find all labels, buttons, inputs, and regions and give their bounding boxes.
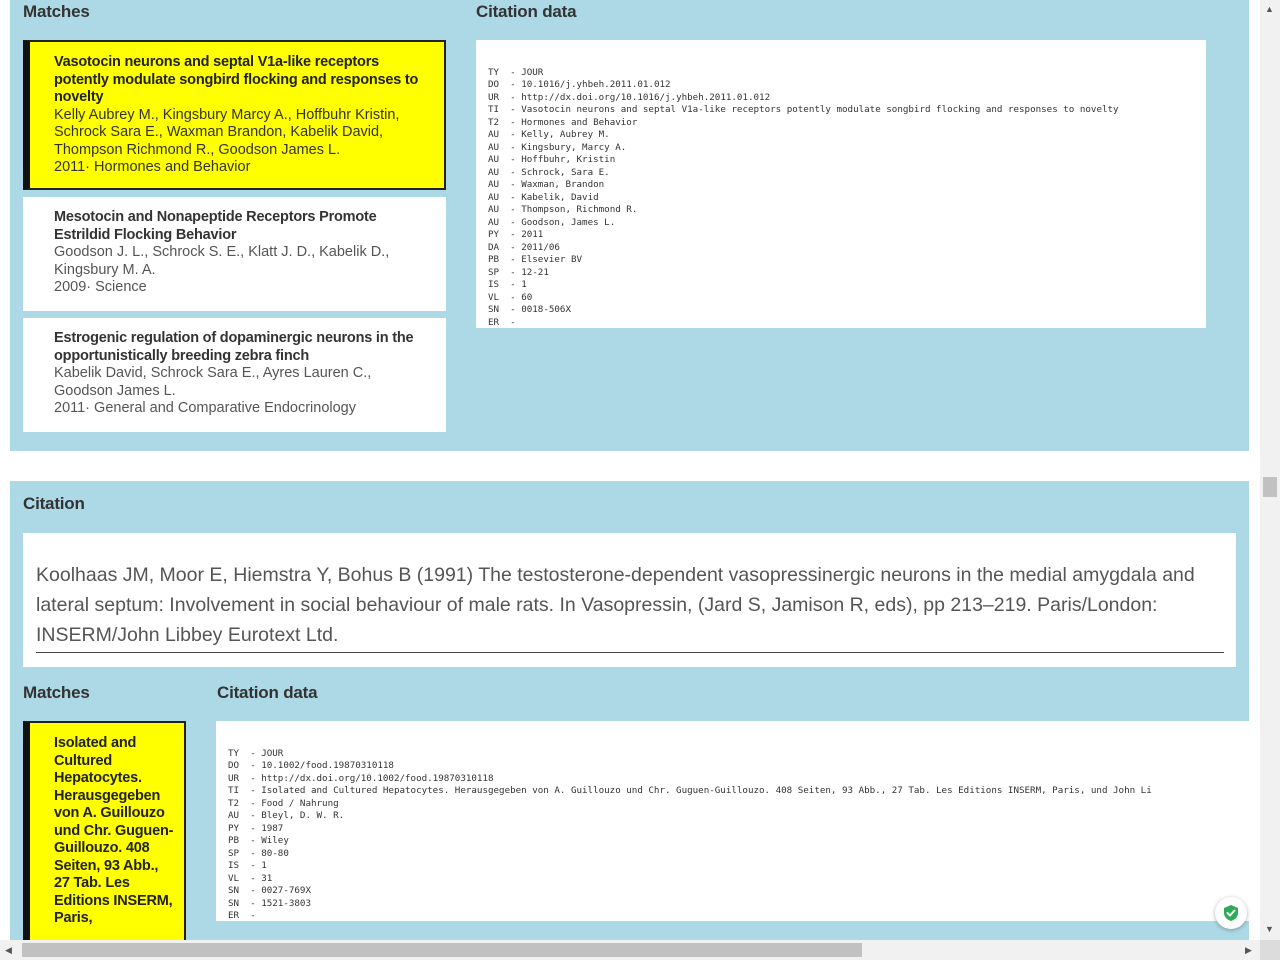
ris-line: AU - Kabelik, David <box>488 191 599 203</box>
scroll-down-arrow-icon[interactable]: ▼ <box>1265 924 1274 934</box>
ris-line: DO - 10.1002/food.19870310118 <box>228 760 394 771</box>
vertical-scroll-thumb[interactable] <box>1263 477 1277 497</box>
horizontal-scrollbar[interactable]: ◀ ▶ <box>0 940 1260 960</box>
match-title: Estrogenic regulation of dopaminergic ne… <box>54 330 414 364</box>
match-meta: 2011· General and Comparative Endocrinol… <box>54 400 356 416</box>
ris-line: UR - http://dx.doi.org/10.1016/j.yhbeh.2… <box>488 91 771 103</box>
ris-line: ER - <box>488 316 522 328</box>
citation-text-box: Koolhaas JM, Moor E, Hiemstra Y, Bohus B… <box>23 533 1236 667</box>
ris-line: TY - JOUR <box>488 66 544 78</box>
ris-line: IS - 1 <box>228 860 267 871</box>
match-authors: Kelly Aubrey M., Kingsbury Marcy A., Hof… <box>54 106 400 158</box>
ris-line: PB - Elsevier BV <box>488 254 583 265</box>
match-title: Isolated and Cultured Hepatocytes. Herau… <box>54 735 174 926</box>
match-card-bottom-1[interactable]: Isolated and Cultured Hepatocytes. Herau… <box>23 721 186 960</box>
ris-line: AU - Schrock, Sara E. <box>488 166 610 178</box>
ris-line: PY - 1987 <box>228 822 284 834</box>
ris-line: DA - 2011/06 <box>488 241 560 253</box>
ris-line: TI - Isolated and Cultured Hepatocytes. … <box>228 785 1152 796</box>
ris-line: DO - 10.1016/j.yhbeh.2011.01.012 <box>488 79 671 90</box>
ris-line: AU - Kingsbury, Marcy A. <box>488 141 627 153</box>
matches-heading: Matches <box>23 683 90 702</box>
ris-line: AU - Hoffbuhr, Kristin <box>488 154 616 165</box>
ris-line: UR - http://dx.doi.org/10.1002/food.1987… <box>228 772 494 784</box>
citation-data-heading: Citation data <box>476 2 577 21</box>
ris-line: AU - Bleyl, D. W. R. <box>228 810 345 821</box>
citation-data-ris[interactable]: TY - JOUR DO - 10.1002/food.19870310118 UR… <box>216 721 1260 921</box>
ris-line: T2 - Hormones and Behavior <box>488 116 638 128</box>
match-authors: Goodson J. L., Schrock S. E., Klatt J. D… <box>54 244 390 278</box>
matches-heading: Matches <box>23 2 90 21</box>
ris-line: ER - <box>228 910 262 921</box>
citation-data-ris[interactable]: TY - JOUR DO - 10.1016/j.yhbeh.2011.01.01… <box>476 40 1206 328</box>
ris-line: AU - Thompson, Richmond R. <box>488 204 638 215</box>
citation-heading: Citation <box>23 494 85 513</box>
ris-line: SP - 12-21 <box>488 266 549 278</box>
horizontal-scroll-thumb[interactable] <box>22 943 862 957</box>
vertical-scrollbar[interactable]: ▲ ▼ <box>1260 0 1280 940</box>
citation-text: Koolhaas JM, Moor E, Hiemstra Y, Bohus B… <box>36 560 1224 653</box>
ris-line: SN - 1521-3803 <box>228 897 311 909</box>
ris-line: PY - 2011 <box>488 229 544 240</box>
ris-line: AU - Kelly, Aubrey M. <box>488 129 610 140</box>
ris-line: VL - 60 <box>488 291 533 303</box>
match-meta: 2011· Hormones and Behavior <box>54 159 251 175</box>
scrollbar-corner <box>1260 940 1280 960</box>
match-card-1[interactable]: Vasotocin neurons and septal V1a-like re… <box>23 40 446 190</box>
scroll-left-arrow-icon[interactable]: ◀ <box>5 945 12 955</box>
ris-line: PB - Wiley <box>228 835 289 846</box>
ris-line: SN - 0027-769X <box>228 885 311 896</box>
ris-line: SP - 80-80 <box>228 847 289 859</box>
ris-line: VL - 31 <box>228 872 273 884</box>
ris-line: T2 - Food / Nahrung <box>228 797 339 809</box>
shield-check-icon[interactable] <box>1215 897 1247 929</box>
scroll-right-arrow-icon[interactable]: ▶ <box>1245 945 1252 955</box>
match-title: Mesotocin and Nonapeptide Receptors Prom… <box>54 209 377 243</box>
citation-data-heading: Citation data <box>217 683 318 702</box>
scroll-up-arrow-icon[interactable]: ▲ <box>1265 4 1274 14</box>
match-authors: Kabelik David, Schrock Sara E., Ayres La… <box>54 365 372 399</box>
match-title: Vasotocin neurons and septal V1a-like re… <box>54 54 419 105</box>
match-card-3[interactable]: Estrogenic regulation of dopaminergic ne… <box>23 318 446 432</box>
ris-line: SN - 0018-506X <box>488 304 571 315</box>
ris-line: AU - Goodson, James L. <box>488 216 616 228</box>
match-card-2[interactable]: Mesotocin and Nonapeptide Receptors Prom… <box>23 197 446 311</box>
ris-line: TY - JOUR <box>228 747 284 759</box>
ris-line: IS - 1 <box>488 279 527 290</box>
match-meta: 2009· Science <box>54 279 147 295</box>
ris-line: TI - Vasotocin neurons and septal V1a-li… <box>488 104 1119 115</box>
ris-line: AU - Waxman, Brandon <box>488 179 605 190</box>
